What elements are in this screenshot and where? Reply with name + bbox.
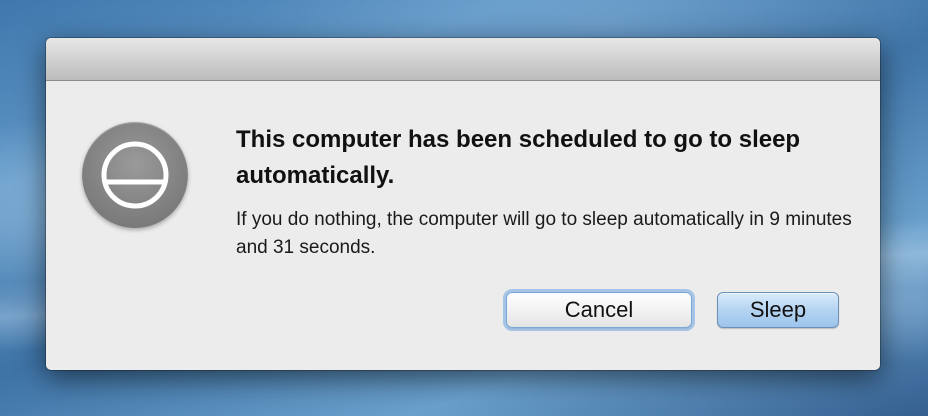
- dialog-title: This computer has been scheduled to go t…: [236, 126, 801, 189]
- sleep-alert-dialog: This computer has been scheduled to go t…: [46, 38, 880, 370]
- sleep-button[interactable]: Sleep: [717, 292, 839, 328]
- dialog-titlebar: [46, 38, 880, 81]
- sleep-power-icon: [82, 122, 188, 228]
- dialog-message: If you do nothing, the computer will go …: [236, 209, 852, 258]
- cancel-button[interactable]: Cancel: [506, 292, 692, 328]
